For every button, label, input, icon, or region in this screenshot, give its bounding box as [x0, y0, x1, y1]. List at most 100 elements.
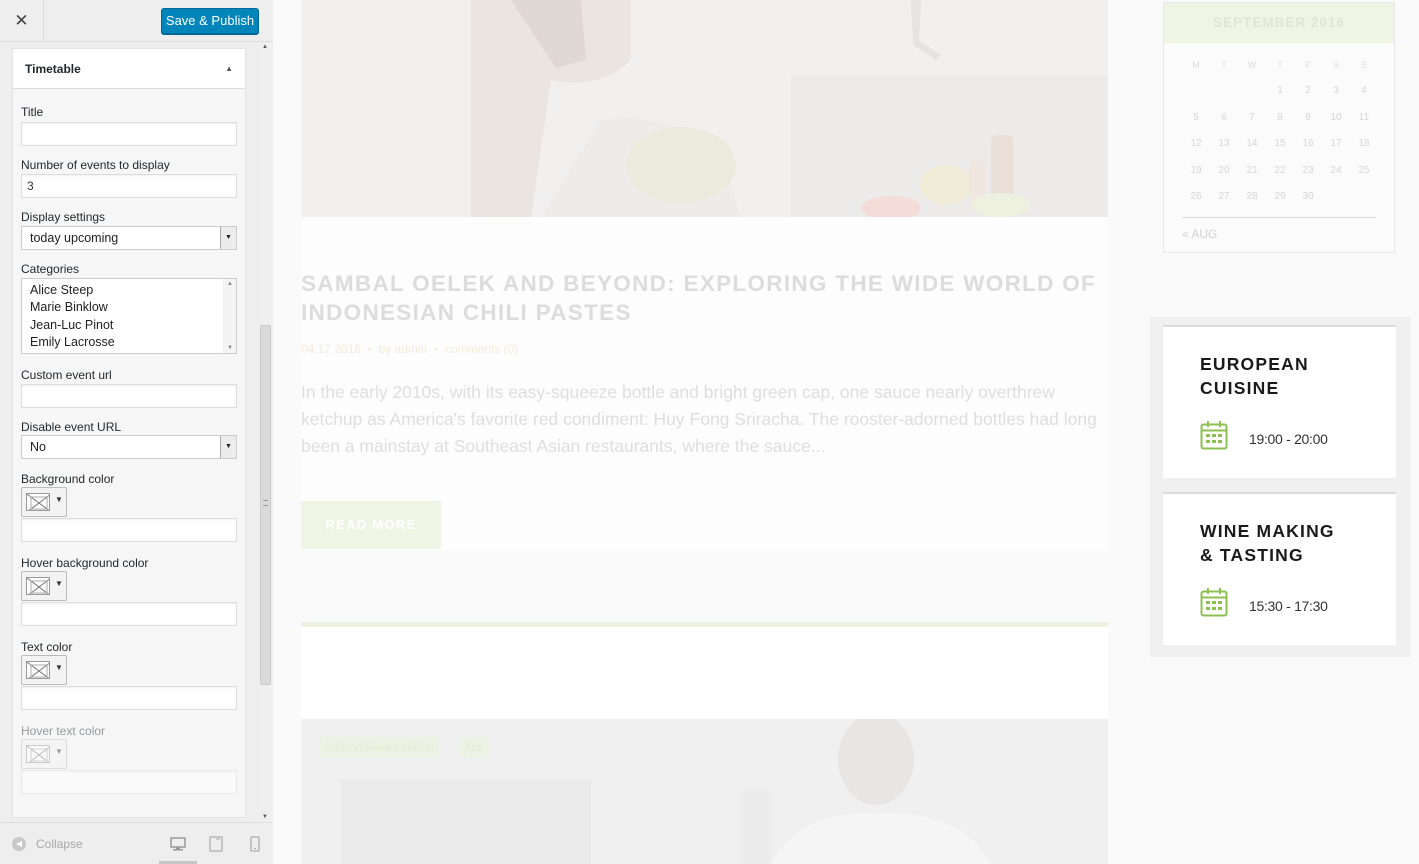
- title-input[interactable]: [21, 122, 237, 146]
- post-author[interactable]: by admin: [379, 342, 428, 356]
- disable-url-select[interactable]: No ▼: [21, 435, 237, 459]
- text-color-input[interactable]: [21, 686, 237, 710]
- text-color-picker[interactable]: ▼: [21, 655, 67, 685]
- collapse-button[interactable]: ◀ Collapse: [12, 837, 83, 851]
- read-more-button[interactable]: READ MORE: [301, 501, 441, 549]
- calendar-day: 9: [1305, 111, 1311, 123]
- mobile-preview-icon[interactable]: [246, 835, 264, 853]
- calendar-day: 13: [1218, 138, 1230, 150]
- hover-bg-color-label: Hover background color: [21, 556, 149, 570]
- category-tag[interactable]: tips: [459, 737, 490, 757]
- calendar-icon: [1200, 420, 1228, 455]
- calendar-widget: SEPTEMBER 2016 M T W T F S S 1 2 3 4 5 6…: [1163, 2, 1395, 253]
- calendar-day: 24: [1330, 164, 1342, 176]
- post-comments[interactable]: comments (0): [445, 342, 518, 356]
- empty-color-icon: [26, 745, 50, 763]
- previous-month-link[interactable]: « AUG: [1182, 227, 1217, 241]
- category-option[interactable]: Alice Steep: [30, 282, 236, 299]
- calendar-divider: [1182, 217, 1376, 218]
- post-date: 04.17.2016: [301, 342, 362, 356]
- dropdown-arrow-icon[interactable]: ▼: [220, 436, 236, 458]
- second-post-image[interactable]: International Cuisine tips: [301, 719, 1108, 864]
- category-option[interactable]: Marie Binklow: [30, 299, 236, 316]
- caret-down-icon: ▼: [55, 495, 63, 504]
- categories-listbox[interactable]: Alice Steep Marie Binklow Jean-Luc Pinot…: [21, 278, 237, 354]
- calendar-day: 18: [1358, 138, 1370, 150]
- calendar-day: 11: [1358, 111, 1370, 123]
- calendar-day: 19: [1190, 164, 1202, 176]
- caret-down-icon: ▼: [55, 747, 63, 756]
- display-settings-value: today upcoming: [30, 231, 119, 245]
- desktop-preview-icon[interactable]: [169, 835, 187, 853]
- post-meta: 04.17.2016 • by admin • comments (0): [301, 342, 518, 356]
- event-card[interactable]: EUROPEAN CUISINE 19:00 - 20:00: [1163, 325, 1396, 478]
- scroll-up-icon[interactable]: ▲: [262, 44, 268, 50]
- category-option[interactable]: Jean-Luc Pinot: [30, 317, 236, 334]
- scrollbar-thumb[interactable]: [260, 325, 271, 685]
- calendar-day: 10: [1330, 111, 1342, 123]
- section-title: Timetable: [25, 61, 81, 76]
- event-card[interactable]: WINE MAKING & TASTING 15:30 - 17:30: [1163, 492, 1396, 645]
- event-time: 19:00 - 20:00: [1249, 431, 1328, 447]
- disable-url-label: Disable event URL: [21, 420, 122, 434]
- calendar-day: [1350, 187, 1378, 213]
- hover-text-color-picker[interactable]: ▼: [21, 739, 67, 769]
- hover-text-color-input[interactable]: [21, 770, 237, 794]
- calendar-day: [1322, 187, 1350, 213]
- event-title[interactable]: WINE MAKING & TASTING: [1200, 519, 1335, 567]
- dropdown-arrow-icon[interactable]: ▼: [220, 227, 236, 249]
- scroll-up-icon[interactable]: ▲: [227, 281, 233, 287]
- calendar-month-title: SEPTEMBER 2016: [1164, 3, 1394, 43]
- calendar-day: 25: [1358, 164, 1370, 176]
- custom-url-input[interactable]: [21, 384, 237, 408]
- category-option[interactable]: Emily Lacrosse: [30, 334, 236, 351]
- post-title[interactable]: SAMBAL OELEK AND BEYOND: EXPLORING THE W…: [301, 269, 1101, 327]
- close-customizer-button[interactable]: ✕: [0, 0, 44, 42]
- save-publish-button[interactable]: Save & Publish: [161, 8, 259, 34]
- sidebar-scrollbar[interactable]: ▲ ▼: [258, 42, 273, 822]
- hover-bg-color-picker[interactable]: ▼: [21, 571, 67, 601]
- calendar-day: 20: [1218, 164, 1230, 176]
- calendar-day: 16: [1302, 138, 1314, 150]
- calendar-week: 26 27 28 29 30: [1182, 187, 1378, 213]
- display-settings-label: Display settings: [21, 210, 106, 224]
- calendar-day: 14: [1246, 138, 1258, 150]
- title-label: Title: [21, 105, 44, 119]
- hover-bg-color-input[interactable]: [21, 602, 237, 626]
- weekday-label: S: [1360, 60, 1367, 70]
- widget-fields: Title Number of events to display 3 Disp…: [13, 89, 245, 817]
- empty-color-icon: [26, 661, 50, 679]
- disable-url-value: No: [30, 440, 46, 454]
- collapse-arrow-icon[interactable]: ▲: [225, 64, 233, 73]
- timetable-section-header[interactable]: Timetable ▲: [13, 49, 245, 89]
- caret-down-icon: ▼: [55, 663, 63, 672]
- event-title[interactable]: EUROPEAN CUISINE: [1200, 352, 1309, 400]
- calendar-day: [1182, 81, 1210, 107]
- scroll-down-icon[interactable]: ▼: [227, 345, 233, 351]
- display-settings-select[interactable]: today upcoming ▼: [21, 226, 237, 250]
- weekday-label: M: [1192, 60, 1200, 70]
- site-preview: SAMBAL OELEK AND BEYOND: EXPLORING THE W…: [273, 0, 1419, 864]
- custom-url-label: Custom event url: [21, 368, 112, 382]
- meta-separator: •: [430, 342, 445, 356]
- events-count-label: Number of events to display: [21, 158, 170, 172]
- calendar-day: 27: [1218, 190, 1230, 202]
- weekday-row: M T W T F S S: [1182, 55, 1378, 81]
- bg-color-picker[interactable]: ▼: [21, 487, 67, 517]
- calendar-week: 12 13 14 15 16 17 18: [1182, 134, 1378, 160]
- tablet-preview-icon[interactable]: [207, 835, 225, 853]
- hover-text-color-field: Hover text color ▼: [21, 724, 237, 794]
- timetable-widget: EUROPEAN CUISINE 19:00 - 20:00 WINE MAKI…: [1150, 317, 1411, 657]
- events-count-input[interactable]: 3: [21, 174, 237, 198]
- empty-color-icon: [26, 493, 50, 511]
- listbox-scrollbar[interactable]: ▲ ▼: [223, 279, 236, 353]
- calendar-day: 15: [1274, 138, 1286, 150]
- category-tag[interactable]: International Cuisine: [319, 737, 441, 757]
- calendar-day: 5: [1193, 111, 1199, 123]
- scroll-down-icon[interactable]: ▼: [262, 814, 268, 820]
- featured-image[interactable]: [301, 0, 1108, 217]
- bg-color-input[interactable]: [21, 518, 237, 542]
- calendar-day: 12: [1190, 138, 1202, 150]
- calendar-icon: [1200, 587, 1228, 622]
- event-time: 15:30 - 17:30: [1249, 598, 1328, 614]
